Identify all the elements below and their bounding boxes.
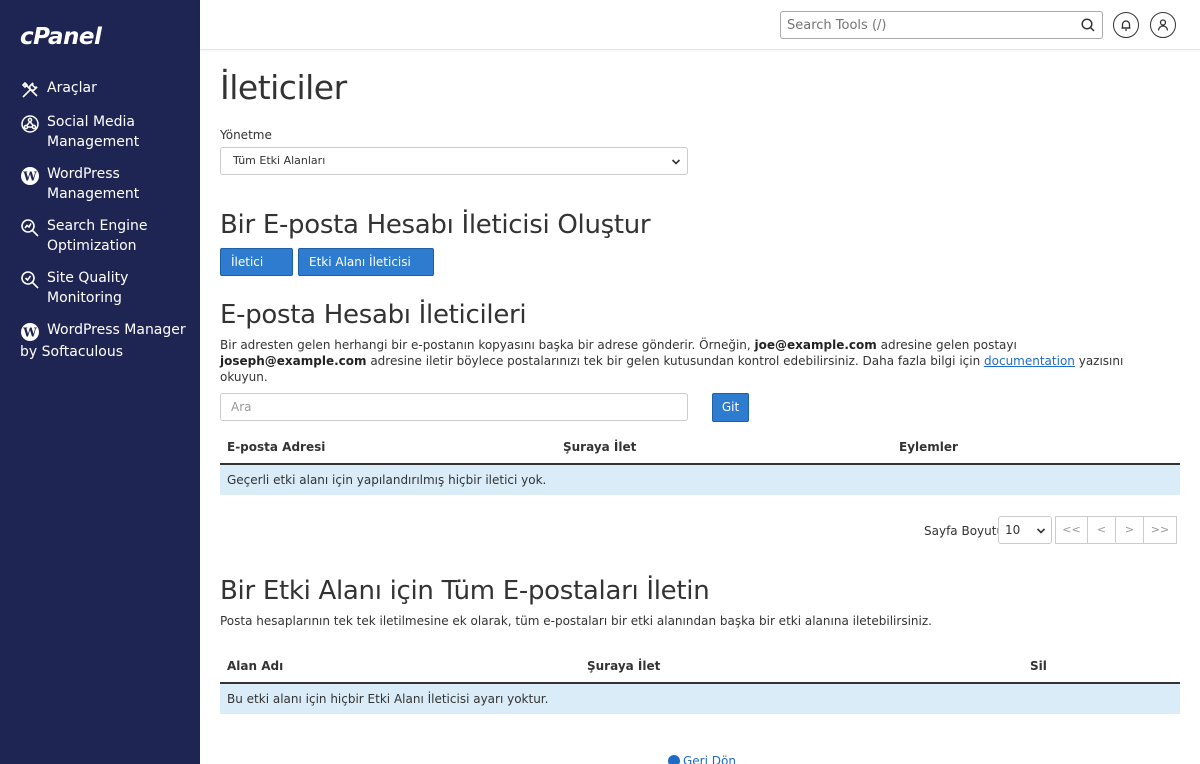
- sidebar-item-seo[interactable]: Search Engine Optimization: [0, 216, 200, 256]
- sidebar-item-label: WordPress Manager by Softaculous: [20, 322, 186, 360]
- sidebar-nav: Araçlar Social Media Management W WordPr…: [0, 78, 200, 374]
- column-forward-to[interactable]: Şuraya İlet: [563, 440, 636, 454]
- user-icon: [1157, 19, 1169, 31]
- desc-text: adresine iletir böylece postalarınızı te…: [366, 354, 985, 368]
- sidebar-item-wordpress-softaculous[interactable]: W WordPress Manager by Softaculous: [0, 320, 200, 362]
- empty-message: Bu etki alanı için hiçbir Etki Alanı İle…: [227, 692, 549, 706]
- table-empty-row: Geçerli etki alanı için yapılandırılmış …: [220, 465, 1180, 495]
- page-size-select[interactable]: 10: [998, 516, 1052, 544]
- sidebar-item-label: Search Engine Optimization: [47, 218, 148, 254]
- manage-label: Yönetme: [220, 128, 272, 142]
- sidebar-item-label: Araçlar: [47, 80, 97, 96]
- wordpress-icon: W: [21, 167, 39, 185]
- social-media-icon: [21, 115, 39, 133]
- prev-page-button[interactable]: <: [1087, 516, 1116, 544]
- tools-icon: [21, 81, 38, 98]
- desc-text: adresine gelen postayı: [876, 338, 1017, 352]
- create-forwarder-heading: Bir E-posta Hesabı İleticisi Oluştur: [220, 210, 651, 240]
- go-back-link[interactable]: Geri Dön: [668, 754, 736, 764]
- sidebar: cPanel Araçlar Social Media Management W…: [0, 0, 200, 764]
- domain-forwarders-table-header: Alan Adı Şuraya İlet Sil: [220, 651, 1180, 684]
- first-page-button[interactable]: <<: [1055, 516, 1088, 544]
- go-button[interactable]: Git: [712, 393, 749, 422]
- documentation-link[interactable]: documentation: [984, 354, 1075, 368]
- bell-icon: [1121, 20, 1131, 31]
- forwarder-search-input[interactable]: Ara: [220, 393, 688, 421]
- column-actions: Eylemler: [899, 440, 958, 454]
- pagination: << < > >>: [1055, 516, 1177, 544]
- add-forwarder-button[interactable]: İletici Ekle: [220, 248, 293, 295]
- cpanel-logo[interactable]: cPanel: [20, 24, 102, 50]
- search-tools-input[interactable]: [781, 12, 1071, 38]
- seo-icon: [21, 219, 39, 237]
- page-size-value: 10: [1005, 523, 1021, 537]
- sidebar-item-social-media[interactable]: Social Media Management: [0, 112, 200, 152]
- desc-example-email: joe@example.com: [754, 338, 877, 352]
- add-domain-forwarder-button[interactable]: Etki Alanı İleticisi Ekle: [298, 248, 434, 295]
- column-domain[interactable]: Alan Adı: [227, 659, 283, 673]
- forwarders-table-header: E-posta Adresi Şuraya İlet Eylemler: [220, 432, 1180, 465]
- sidebar-item-label: Site Quality Monitoring: [47, 270, 129, 306]
- site-quality-icon: [21, 271, 39, 289]
- account-forwarders-description: Bir adresten gelen herhangi bir e-postan…: [220, 337, 1165, 385]
- last-page-button[interactable]: >>: [1143, 516, 1177, 544]
- search-placeholder: Ara: [231, 400, 252, 414]
- empty-message: Geçerli etki alanı için yapılandırılmış …: [227, 473, 547, 487]
- back-arrow-icon: [668, 755, 680, 764]
- column-email-address[interactable]: E-posta Adresi: [227, 440, 325, 454]
- chevron-down-icon: [1036, 528, 1046, 534]
- next-page-button[interactable]: >: [1115, 516, 1144, 544]
- page-size-label: Sayfa Boyutu: [924, 524, 1005, 538]
- notifications-button[interactable]: [1113, 12, 1139, 38]
- go-back-label: Geri Dön: [683, 754, 736, 764]
- sidebar-item-label: Social Media Management: [47, 114, 140, 150]
- column-forward-to[interactable]: Şuraya İlet: [587, 659, 660, 673]
- search-tools-box[interactable]: [780, 11, 1103, 39]
- domain-select-value: Tüm Etki Alanları: [233, 154, 326, 167]
- sidebar-item-wordpress-management[interactable]: W WordPress Management: [0, 164, 200, 204]
- domain-select[interactable]: Tüm Etki Alanları: [220, 147, 688, 175]
- desc-text: Bir adresten gelen herhangi bir e-postan…: [220, 338, 755, 352]
- domain-table-empty-row: Bu etki alanı için hiçbir Etki Alanı İle…: [220, 684, 1180, 714]
- top-bar: [200, 0, 1200, 50]
- domain-forwarders-description: Posta hesaplarının tek tek iletilmesine …: [220, 614, 932, 628]
- column-delete: Sil: [1030, 659, 1047, 673]
- sidebar-item-label: WordPress Management: [47, 166, 140, 202]
- desc-example-email: joseph@example.com: [220, 354, 367, 368]
- sidebar-item-tools[interactable]: Araçlar: [0, 78, 200, 100]
- search-icon[interactable]: [1080, 17, 1096, 33]
- account-forwarders-heading: E-posta Hesabı İleticileri: [220, 300, 527, 330]
- sidebar-item-site-quality[interactable]: Site Quality Monitoring: [0, 268, 200, 308]
- svg-text:W: W: [22, 170, 37, 184]
- domain-forwarders-heading: Bir Etki Alanı için Tüm E-postaları İlet…: [220, 576, 710, 606]
- wordpress-icon: W: [21, 323, 39, 341]
- svg-text:W: W: [22, 326, 37, 340]
- chevron-down-icon: [671, 159, 681, 165]
- user-menu-button[interactable]: [1150, 12, 1176, 38]
- page-title: İleticiler: [220, 68, 347, 107]
